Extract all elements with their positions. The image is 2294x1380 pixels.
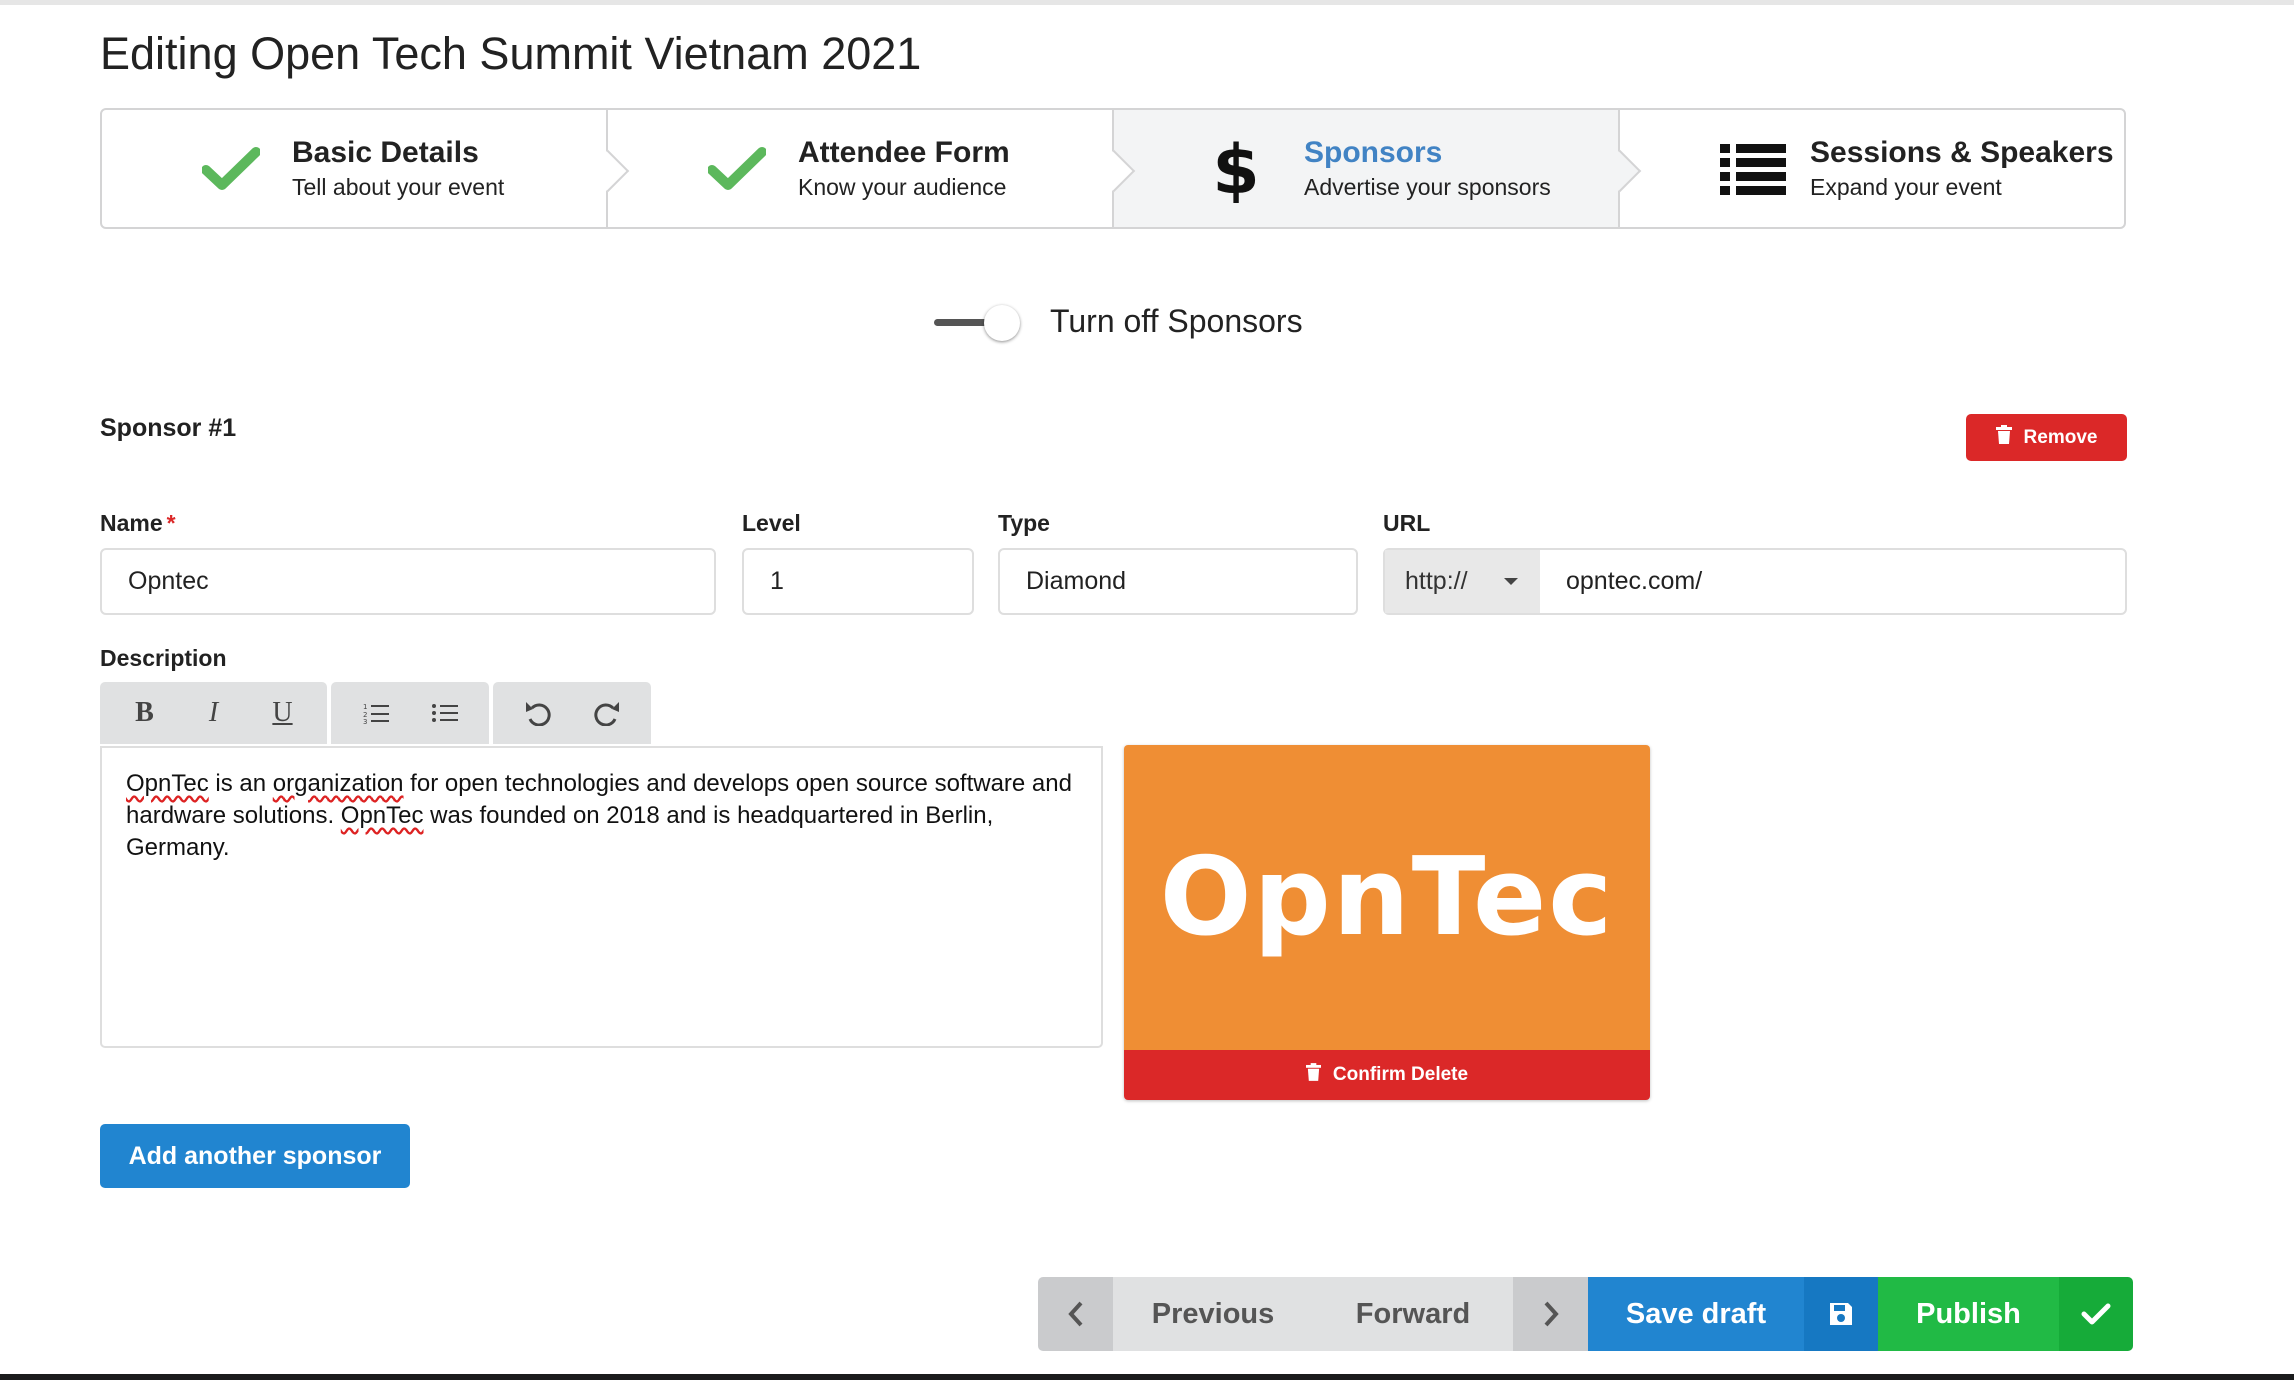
remove-button[interactable]: Remove <box>1966 414 2127 461</box>
url-input-group: http:// opntec.com/ <box>1383 548 2127 615</box>
checkmark-icon <box>2081 1303 2111 1325</box>
ordered-list-button[interactable]: 1 2 3 <box>341 682 410 744</box>
sponsor-logo-image[interactable]: OpnTec <box>1124 745 1650 1050</box>
url-input[interactable]: opntec.com/ <box>1540 550 2125 613</box>
type-label: Type <box>998 510 1050 536</box>
sponsor-logo-card: OpnTec Confirm Delete <box>1124 745 1650 1100</box>
step-title: Basic Details <box>292 135 479 169</box>
list-icon <box>1720 142 1810 196</box>
confirm-delete-button[interactable]: Confirm Delete <box>1124 1050 1650 1100</box>
level-input[interactable]: 1 <box>742 548 974 615</box>
trash-icon <box>1305 1063 1321 1087</box>
toggle-label: Turn off Sponsors <box>1050 303 1303 339</box>
trash-icon <box>1995 425 2012 450</box>
svg-text:3: 3 <box>363 718 367 724</box>
sponsors-toggle[interactable] <box>934 303 1024 343</box>
save-icon <box>1830 1303 1852 1325</box>
save-icon-button[interactable] <box>1804 1277 1878 1351</box>
url-protocol-value: http:// <box>1405 567 1468 595</box>
step-title: Sponsors <box>1304 135 1443 169</box>
dollar-icon: $ <box>1214 135 1304 203</box>
description-label: Description <box>100 645 227 671</box>
step-attendee-form[interactable]: Attendee Form Know your audience <box>606 110 1136 227</box>
logo-text: OpnTec <box>1159 835 1615 960</box>
svg-text:1: 1 <box>363 703 367 711</box>
wizard-steps: Basic Details Tell about your event Atte… <box>100 108 2126 229</box>
previous-arrow-button[interactable] <box>1038 1277 1113 1351</box>
save-draft-button[interactable]: Save draft <box>1588 1277 1804 1351</box>
toggle-knob <box>984 305 1020 341</box>
forward-arrow-button[interactable] <box>1513 1277 1588 1351</box>
spell-error: OpnTec <box>340 802 424 829</box>
undo-button[interactable] <box>503 682 572 744</box>
remove-label: Remove <box>2023 426 2098 448</box>
caret-down-icon <box>1504 578 1518 585</box>
redo-button[interactable] <box>572 682 641 744</box>
bottom-navigation: Previous Forward Save draft Publish <box>1038 1277 2133 1351</box>
step-description: Know your audience <box>798 173 1007 200</box>
svg-text:$: $ <box>1214 135 1258 203</box>
forward-button[interactable]: Forward <box>1313 1277 1513 1351</box>
step-description: Advertise your sponsors <box>1304 173 1551 200</box>
undo-icon <box>525 702 551 726</box>
sponsor-heading: Sponsor #1 <box>100 414 237 442</box>
bold-button[interactable]: B <box>110 682 179 744</box>
url-label: URL <box>1383 510 1431 536</box>
description-editor[interactable]: OpnTec is an organization for open techn… <box>100 746 1103 1048</box>
top-border <box>0 0 2294 5</box>
step-sponsors[interactable]: $ Sponsors Advertise your sponsors <box>1112 110 1642 227</box>
url-protocol-dropdown[interactable]: http:// <box>1385 550 1540 613</box>
page-title: Editing Open Tech Summit Vietnam 2021 <box>100 28 922 79</box>
type-input[interactable]: Diamond <box>998 548 1358 615</box>
step-sessions-speakers[interactable]: Sessions & Speakers Expand your event <box>1618 110 2124 227</box>
add-sponsor-button[interactable]: Add another sponsor <box>100 1124 410 1188</box>
step-description: Tell about your event <box>292 173 505 200</box>
bottom-border <box>0 1374 2294 1380</box>
publish-check-button[interactable] <box>2059 1277 2133 1351</box>
level-label: Level <box>742 510 801 536</box>
checkmark-icon <box>708 146 798 191</box>
unordered-list-button[interactable] <box>410 682 479 744</box>
underline-button[interactable]: U <box>248 682 317 744</box>
unordered-list-icon <box>431 704 458 722</box>
ordered-list-icon: 1 2 3 <box>363 703 389 724</box>
name-label: Name * <box>100 510 176 536</box>
previous-button[interactable]: Previous <box>1113 1277 1313 1351</box>
confirm-delete-label: Confirm Delete <box>1332 1064 1469 1085</box>
checkmark-icon <box>202 146 292 191</box>
history-group <box>493 682 651 744</box>
editor-toolbar: B I U 1 2 3 <box>100 682 651 744</box>
step-description: Expand your event <box>1810 173 2002 200</box>
spell-error: OpnTec <box>126 770 209 797</box>
step-basic-details[interactable]: Basic Details Tell about your event <box>102 110 630 227</box>
chevron-right-icon <box>1544 1301 1559 1327</box>
format-group: B I U <box>100 682 327 744</box>
step-title: Sessions & Speakers <box>1810 135 2114 169</box>
publish-button[interactable]: Publish <box>1878 1277 2059 1351</box>
list-group: 1 2 3 <box>331 682 489 744</box>
required-marker: * <box>166 510 176 536</box>
redo-icon <box>593 702 619 726</box>
step-title: Attendee Form <box>798 135 1010 169</box>
description-text: is an <box>208 770 273 797</box>
italic-button[interactable]: I <box>179 682 248 744</box>
chevron-left-icon <box>1067 1301 1082 1327</box>
name-input[interactable]: Opntec <box>100 548 716 615</box>
spell-error: organization <box>272 770 404 797</box>
